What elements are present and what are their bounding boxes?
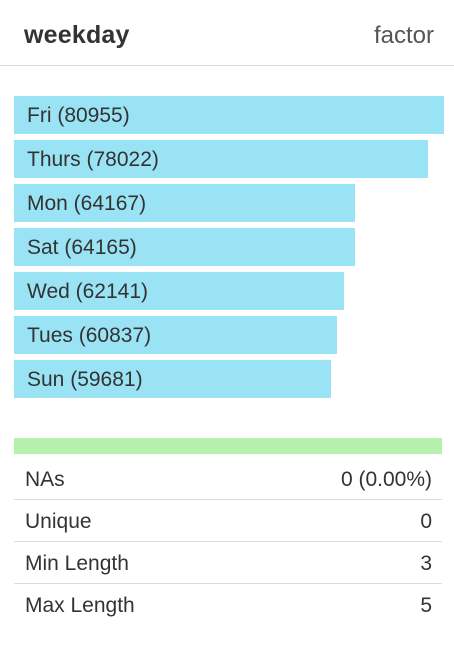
stats-table: NAs 0 (0.00%) Unique 0 Min Length 3 Max … xyxy=(14,458,442,626)
level-bar-row: Wed (62141) xyxy=(14,272,444,316)
column-type: factor xyxy=(373,22,434,49)
level-bar-row: Fri (80955) xyxy=(14,96,444,140)
stat-label: NAs xyxy=(25,468,65,491)
level-bar-row: Mon (64167) xyxy=(14,184,444,228)
stat-label: Unique xyxy=(25,510,92,533)
stat-row-max-length: Max Length 5 xyxy=(14,584,442,626)
level-bar-row: Sat (64165) xyxy=(14,228,444,272)
stat-label: Min Length xyxy=(25,552,129,575)
level-bar-label: Fri (80955) xyxy=(27,104,130,127)
level-bar-label: Thurs (78022) xyxy=(27,148,159,171)
stat-value: 0 (0.00%) xyxy=(340,468,432,491)
stat-row-min-length: Min Length 3 xyxy=(14,542,442,584)
column-header: weekday factor xyxy=(0,0,454,66)
level-bar-row: Sun (59681) xyxy=(14,360,444,404)
level-bar-label: Mon (64167) xyxy=(27,192,147,215)
stat-row-nas: NAs 0 (0.00%) xyxy=(14,458,442,500)
column-summary-card: weekday factor Fri (80955) Thurs (78022) M… xyxy=(0,0,454,662)
level-bar-row: Tues (60837) xyxy=(14,316,444,360)
level-bar-label: Sat (64165) xyxy=(27,236,137,259)
level-bar-label: Sun (59681) xyxy=(27,368,143,391)
stat-value: 3 xyxy=(420,552,432,575)
completeness-bar xyxy=(14,438,442,454)
stat-value: 5 xyxy=(420,594,432,617)
stat-row-unique: Unique 0 xyxy=(14,500,442,542)
column-name: weekday xyxy=(24,21,130,49)
level-bar-label: Wed (62141) xyxy=(27,280,149,303)
level-bar-row: Thurs (78022) xyxy=(14,140,444,184)
level-frequency-bars: Fri (80955) Thurs (78022) Mon (64167) Sat (… xyxy=(14,96,444,404)
stat-value: 0 xyxy=(420,510,432,533)
stat-label: Max Length xyxy=(25,594,135,617)
level-bar-label: Tues (60837) xyxy=(27,324,152,347)
